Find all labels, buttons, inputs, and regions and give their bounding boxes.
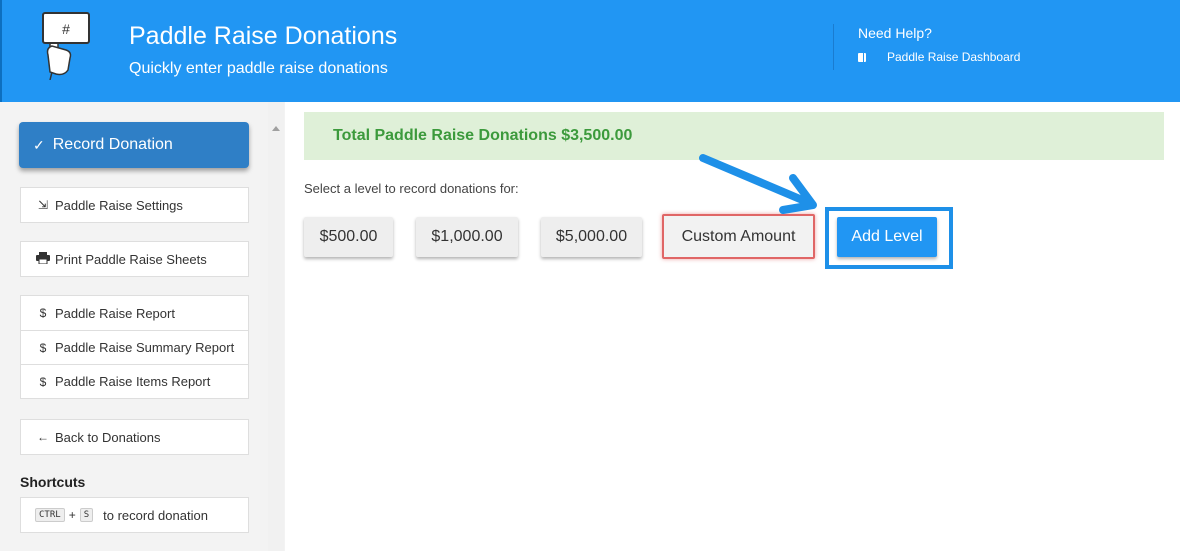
reports-box: $ Paddle Raise Report $ Paddle Raise Sum…: [20, 295, 249, 399]
sidebar-item-label: Paddle Raise Summary Report: [55, 340, 235, 355]
sidebar-item-label: Paddle Raise Settings: [55, 197, 183, 213]
add-level-button[interactable]: Add Level: [837, 217, 937, 257]
record-donation-label: Record Donation: [52, 136, 173, 153]
level-button-5000[interactable]: $5,000.00: [541, 217, 642, 257]
custom-amount-button[interactable]: Custom Amount: [662, 214, 815, 259]
scroll-up-arrow-icon[interactable]: [272, 126, 280, 131]
plus-sign: +: [68, 508, 76, 522]
page-subtitle: Quickly enter paddle raise donations: [129, 60, 388, 77]
paddle-logo-icon: #: [42, 12, 90, 80]
sidebar-item-label: Back to Donations: [55, 429, 161, 445]
dollar-icon: $: [39, 306, 47, 320]
back-box: ← Back to Donations: [20, 419, 249, 455]
help-link-label: Paddle Raise Dashboard: [887, 50, 1021, 64]
check-icon: ✓: [33, 136, 45, 153]
help-title: Need Help?: [858, 25, 932, 41]
sidebar-item-label: Paddle Raise Report: [55, 305, 175, 321]
select-level-label: Select a level to record donations for:: [304, 181, 519, 196]
sign-in-icon: ⇲: [37, 198, 49, 212]
sidebar-item-label: Print Paddle Raise Sheets: [55, 251, 207, 267]
header-edge: [0, 0, 2, 102]
sidebar-item-settings[interactable]: ⇲ Paddle Raise Settings: [21, 188, 248, 222]
level-button-500[interactable]: $500.00: [304, 217, 393, 257]
sidebar-item-items-report[interactable]: $ Paddle Raise Items Report: [21, 364, 248, 398]
s-key: S: [79, 508, 94, 522]
arrow-left-icon: ←: [37, 430, 49, 444]
help-dashboard-link[interactable]: Paddle Raise Dashboard: [858, 50, 1020, 64]
annotation-arrow-icon: [699, 154, 817, 214]
sidebar-scrollbar[interactable]: [268, 102, 284, 551]
shortcut-row: CTRL + S to record donation: [20, 497, 249, 533]
shortcuts-heading: Shortcuts: [20, 474, 86, 490]
sidebar-item-back[interactable]: ← Back to Donations: [21, 420, 248, 454]
ctrl-key: CTRL: [35, 508, 65, 522]
logo-hash: #: [62, 21, 70, 37]
sidebar-item-summary-report[interactable]: $ Paddle Raise Summary Report: [21, 330, 248, 364]
shortcut-description: to record donation: [103, 507, 208, 523]
level-button-1000[interactable]: $1,000.00: [416, 217, 518, 257]
sidebar-item-label: Paddle Raise Items Report: [55, 374, 211, 389]
record-donation-button[interactable]: ✓ Record Donation: [19, 122, 249, 168]
settings-box: ⇲ Paddle Raise Settings: [20, 187, 249, 223]
sidebar-item-report[interactable]: $ Paddle Raise Report: [21, 296, 248, 330]
dollar-icon: $: [39, 374, 47, 389]
help-divider: [833, 24, 834, 70]
book-icon: [858, 52, 866, 62]
dollar-icon: $: [39, 340, 47, 355]
printer-icon: [35, 251, 51, 267]
page-title: Paddle Raise Donations: [129, 22, 398, 50]
print-box: Print Paddle Raise Sheets: [20, 241, 249, 277]
app-header: # Paddle Raise Donations Quickly enter p…: [0, 0, 1180, 102]
sidebar-item-print[interactable]: Print Paddle Raise Sheets: [21, 242, 248, 276]
